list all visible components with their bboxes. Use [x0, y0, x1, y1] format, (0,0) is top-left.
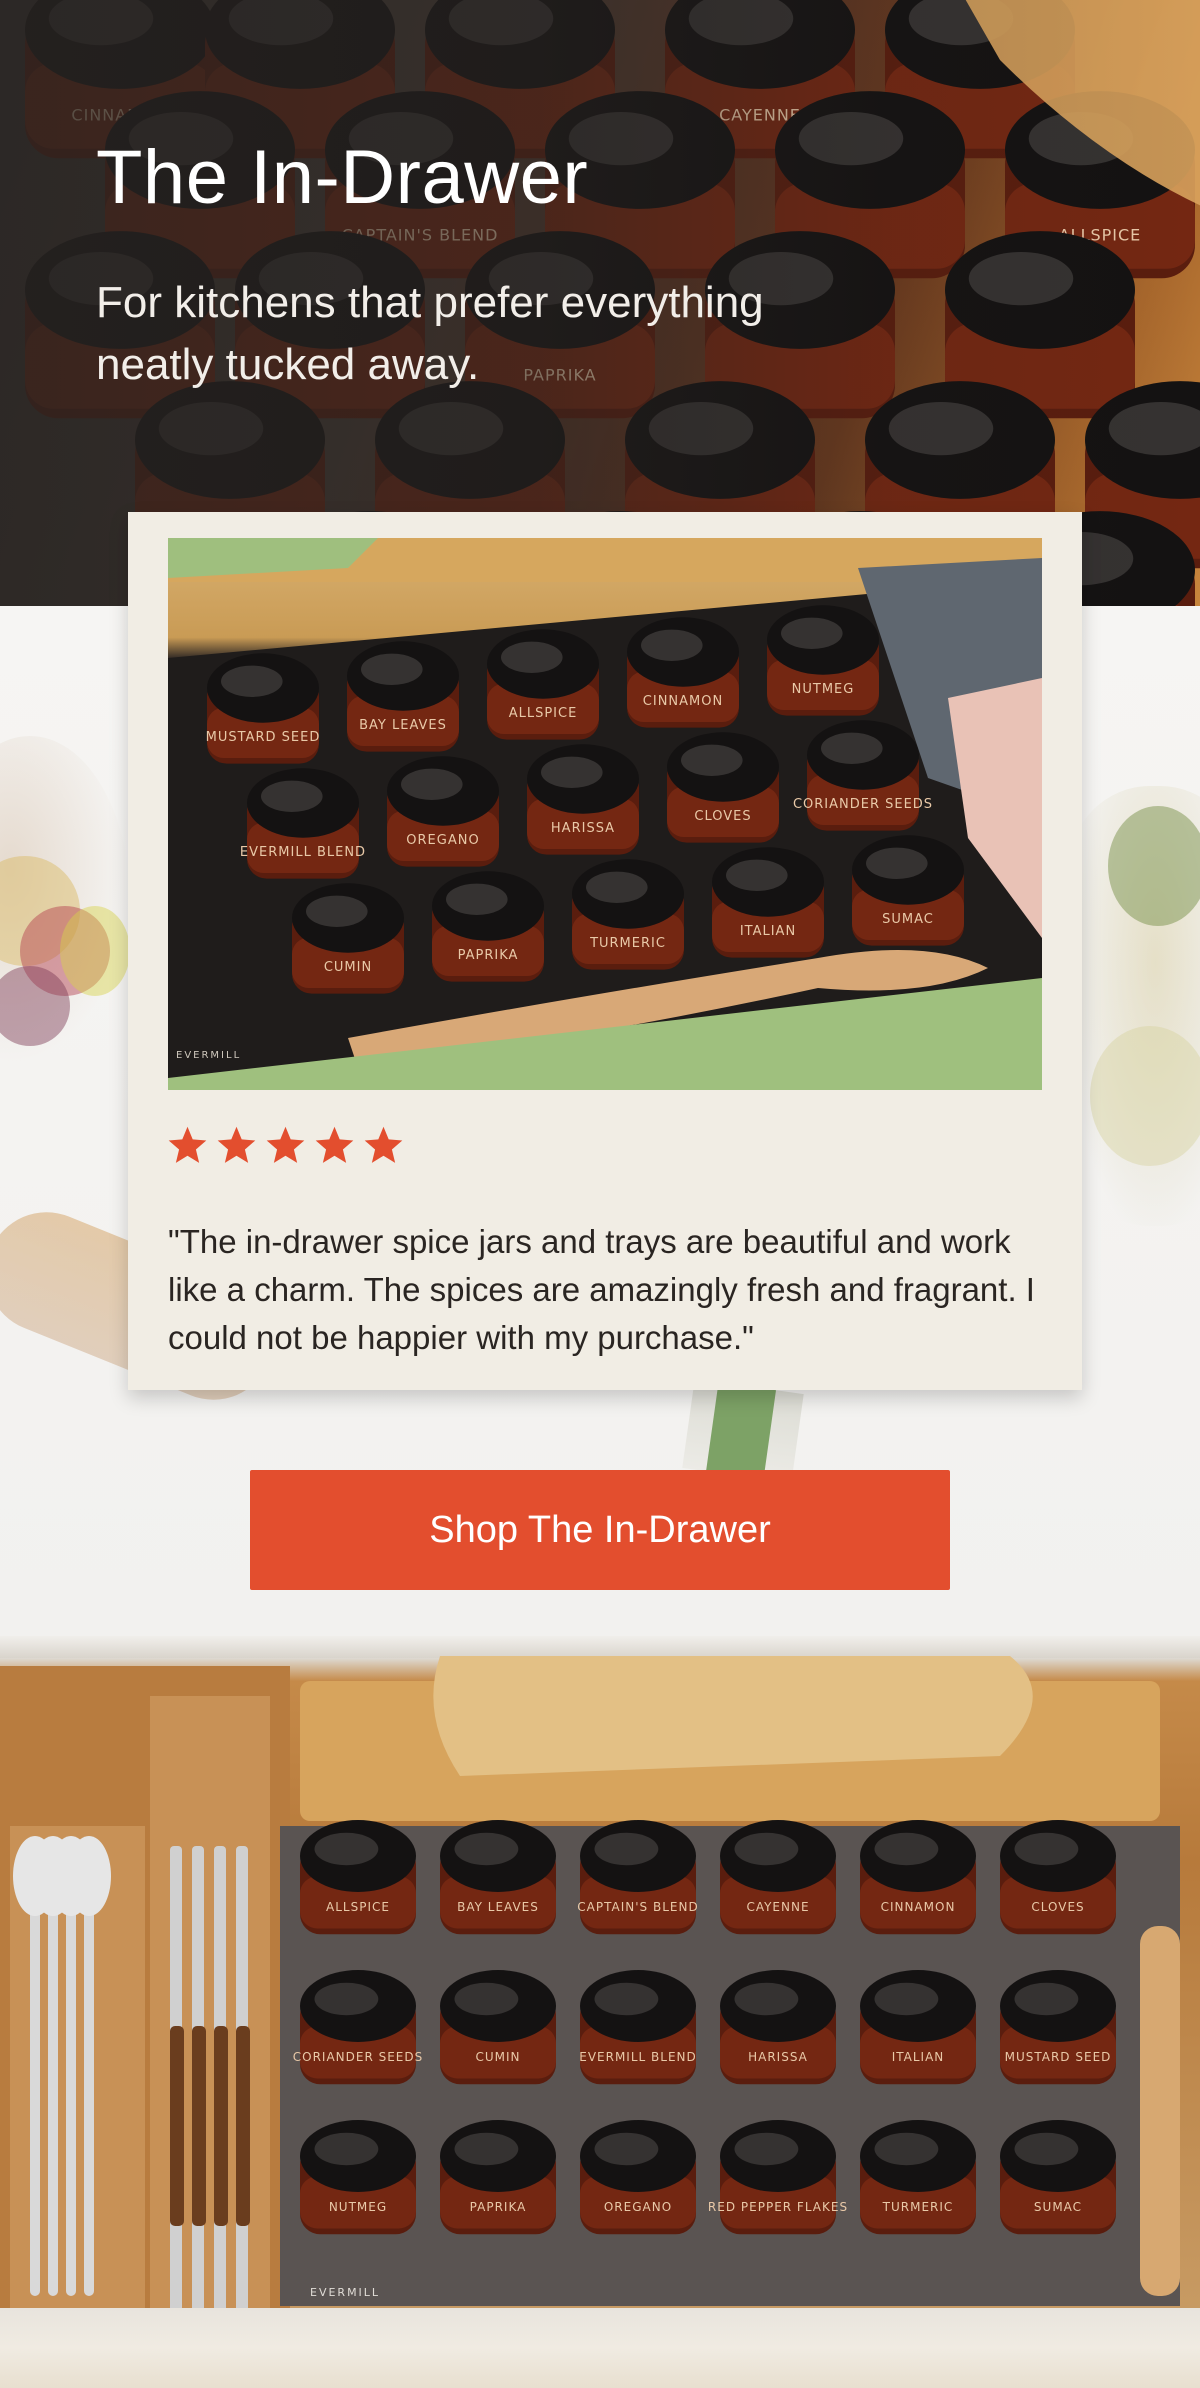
jar-label: ALLSPICE [326, 1900, 390, 1914]
jar-label: MUSTARD SEED [206, 730, 321, 745]
page-title: The In-Drawer [96, 135, 589, 220]
cutting-board [433, 1656, 1033, 1776]
drawer-spice-jar: RED PEPPER FLAKES [708, 2120, 848, 2235]
star-icon [364, 1126, 403, 1163]
tray-spice-jar: EVERMILL BLEND [240, 768, 366, 879]
drawer-spice-jar: SUMAC [1000, 2120, 1116, 2235]
jar-label: HARISSA [748, 2050, 808, 2064]
jar-label: TURMERIC [882, 2200, 954, 2214]
drawer-spice-jar: ITALIAN [860, 1970, 976, 2085]
drawer-spice-jar: MUSTARD SEED [1000, 1970, 1116, 2085]
jar-label: EVERMILL BLEND [579, 2050, 697, 2064]
star-icon [315, 1126, 354, 1163]
spoon [48, 1876, 58, 2296]
tray-spice-jar: NUTMEG [767, 605, 879, 716]
tray-spice-jar: PAPRIKA [432, 871, 544, 982]
jar-label: CUMIN [324, 960, 372, 975]
drawer-spice-jars-image: ALLSPICE BAY LEAVES CAPTAIN'S BLEND CAYENNE… [0, 1656, 1180, 2366]
jar-label: MUSTARD SEED [1005, 2050, 1112, 2064]
fruit-decoration [1108, 806, 1200, 926]
testimonial-quote: "The in-drawer spice jars and trays are … [168, 1223, 1035, 1356]
knife-handle [170, 2026, 184, 2226]
utensil-slot [150, 1696, 270, 2356]
jar-label: CINNAMON [643, 694, 723, 709]
hero-subtitle: For kitchens that prefer everything neat… [96, 278, 764, 389]
jar-label: ITALIAN [740, 924, 796, 939]
drawer-spice-jar: TURMERIC [860, 2120, 976, 2235]
spoon [67, 1836, 111, 1916]
drawer-spice-jar: EVERMILL BLEND [579, 1970, 697, 2085]
jar-label: PAPRIKA [470, 2200, 527, 2214]
spice-packet-decoration [682, 1378, 804, 1484]
drawer-spice-jar: ALLSPICE [300, 1820, 416, 1935]
drawer-spice-jar: NUTMEG [300, 2120, 416, 2235]
jar-label: CAYENNE [746, 1900, 809, 1914]
testimonial-card: MUSTARD SEED BAY LEAVES ALLSPICE CINNAMON NU… [128, 512, 1082, 1390]
spoon [30, 1876, 40, 2296]
star-rating [166, 1124, 405, 1167]
wooden-spoon [1140, 1926, 1180, 2296]
jar-label: ITALIAN [892, 2050, 945, 2064]
fruit-decoration [1090, 1026, 1200, 1166]
knife-handle [236, 2026, 250, 2226]
drawer-spice-jar: CINNAMON [860, 1820, 976, 1935]
jar-label: OREGANO [604, 2200, 672, 2214]
jar-label: EVERMILL BLEND [240, 845, 366, 860]
spoon [84, 1876, 94, 2296]
jar-label: CLOVES [1031, 1900, 1084, 1914]
tray-spice-jar: SUMAC [852, 835, 964, 946]
shop-in-drawer-button[interactable]: Shop The In-Drawer [250, 1470, 950, 1590]
tray-spice-jar: BAY LEAVES [347, 641, 459, 752]
brand-mark: EVERMILL [310, 2286, 380, 2299]
jar-label: CORIANDER SEEDS [293, 2050, 424, 2064]
spice-drawer-photo: MUSTARD SEED BAY LEAVES ALLSPICE CINNAMON NU… [168, 538, 1042, 1090]
jar-label: CAPTAIN'S BLEND [577, 1900, 698, 1914]
drawer-spice-jar: BAY LEAVES [440, 1820, 556, 1935]
tray-spice-jar: ITALIAN [712, 847, 824, 958]
jar-label: OREGANO [406, 833, 479, 848]
drawer-spice-jar: CAPTAIN'S BLEND [577, 1820, 698, 1935]
jar-label: PAPRIKA [458, 948, 519, 963]
drawer-spice-jar: OREGANO [580, 2120, 696, 2235]
tray-spice-jar: MUSTARD SEED [206, 653, 321, 764]
open-drawer-image: ALLSPICE BAY LEAVES CAPTAIN'S BLEND CAYENNE… [0, 1636, 1200, 2388]
star-icon [266, 1126, 305, 1163]
jar-label: SUMAC [882, 912, 934, 927]
knife-handle [214, 2026, 228, 2226]
drawer-front [0, 2308, 1200, 2388]
tray-spice-jar: OREGANO [387, 756, 499, 867]
jar-label: CUMIN [475, 2050, 520, 2064]
jar-label: ALLSPICE [509, 706, 578, 721]
fruit-decoration [60, 906, 130, 996]
brand-mark: EVERMILL [176, 1050, 241, 1061]
drawer-spice-jar: PAPRIKA [440, 2120, 556, 2235]
jar-label: SUMAC [1034, 2200, 1082, 2214]
star-icon [217, 1126, 256, 1163]
jar-label: CORIANDER SEEDS [793, 797, 933, 812]
tray-spice-jar: ALLSPICE [487, 629, 599, 740]
jar-label: TURMERIC [589, 936, 666, 951]
tray-spice-jar: TURMERIC [572, 859, 684, 970]
drawer-spice-jar: CORIANDER SEEDS [293, 1970, 424, 2085]
jar-label: CLOVES [694, 809, 751, 824]
drawer-spice-jar: CLOVES [1000, 1820, 1116, 1935]
product-photo: MUSTARD SEED BAY LEAVES ALLSPICE CINNAMON NU… [168, 538, 1042, 1090]
jar-label: CINNAMON [881, 1900, 956, 1914]
spoon [66, 1876, 76, 2296]
knife-handle [192, 2026, 206, 2226]
drawer-spice-jar: CAYENNE [720, 1820, 836, 1935]
jar-label: BAY LEAVES [457, 1900, 539, 1914]
jar-label: BAY LEAVES [359, 718, 447, 733]
drawer-spice-jar: HARISSA [720, 1970, 836, 2085]
tray-spice-jar: HARISSA [527, 744, 639, 855]
drawer-spice-jar: CUMIN [440, 1970, 556, 2085]
tray-spice-jar: CINNAMON [627, 617, 739, 728]
jar-label: RED PEPPER FLAKES [708, 2200, 848, 2214]
jar-label: NUTMEG [792, 682, 855, 697]
jar-label: NUTMEG [329, 2200, 387, 2214]
star-icon [168, 1126, 207, 1163]
tray-spice-jar: CLOVES [667, 732, 779, 843]
jar-label: HARISSA [551, 821, 615, 836]
tray-spice-jar: CUMIN [292, 883, 404, 994]
